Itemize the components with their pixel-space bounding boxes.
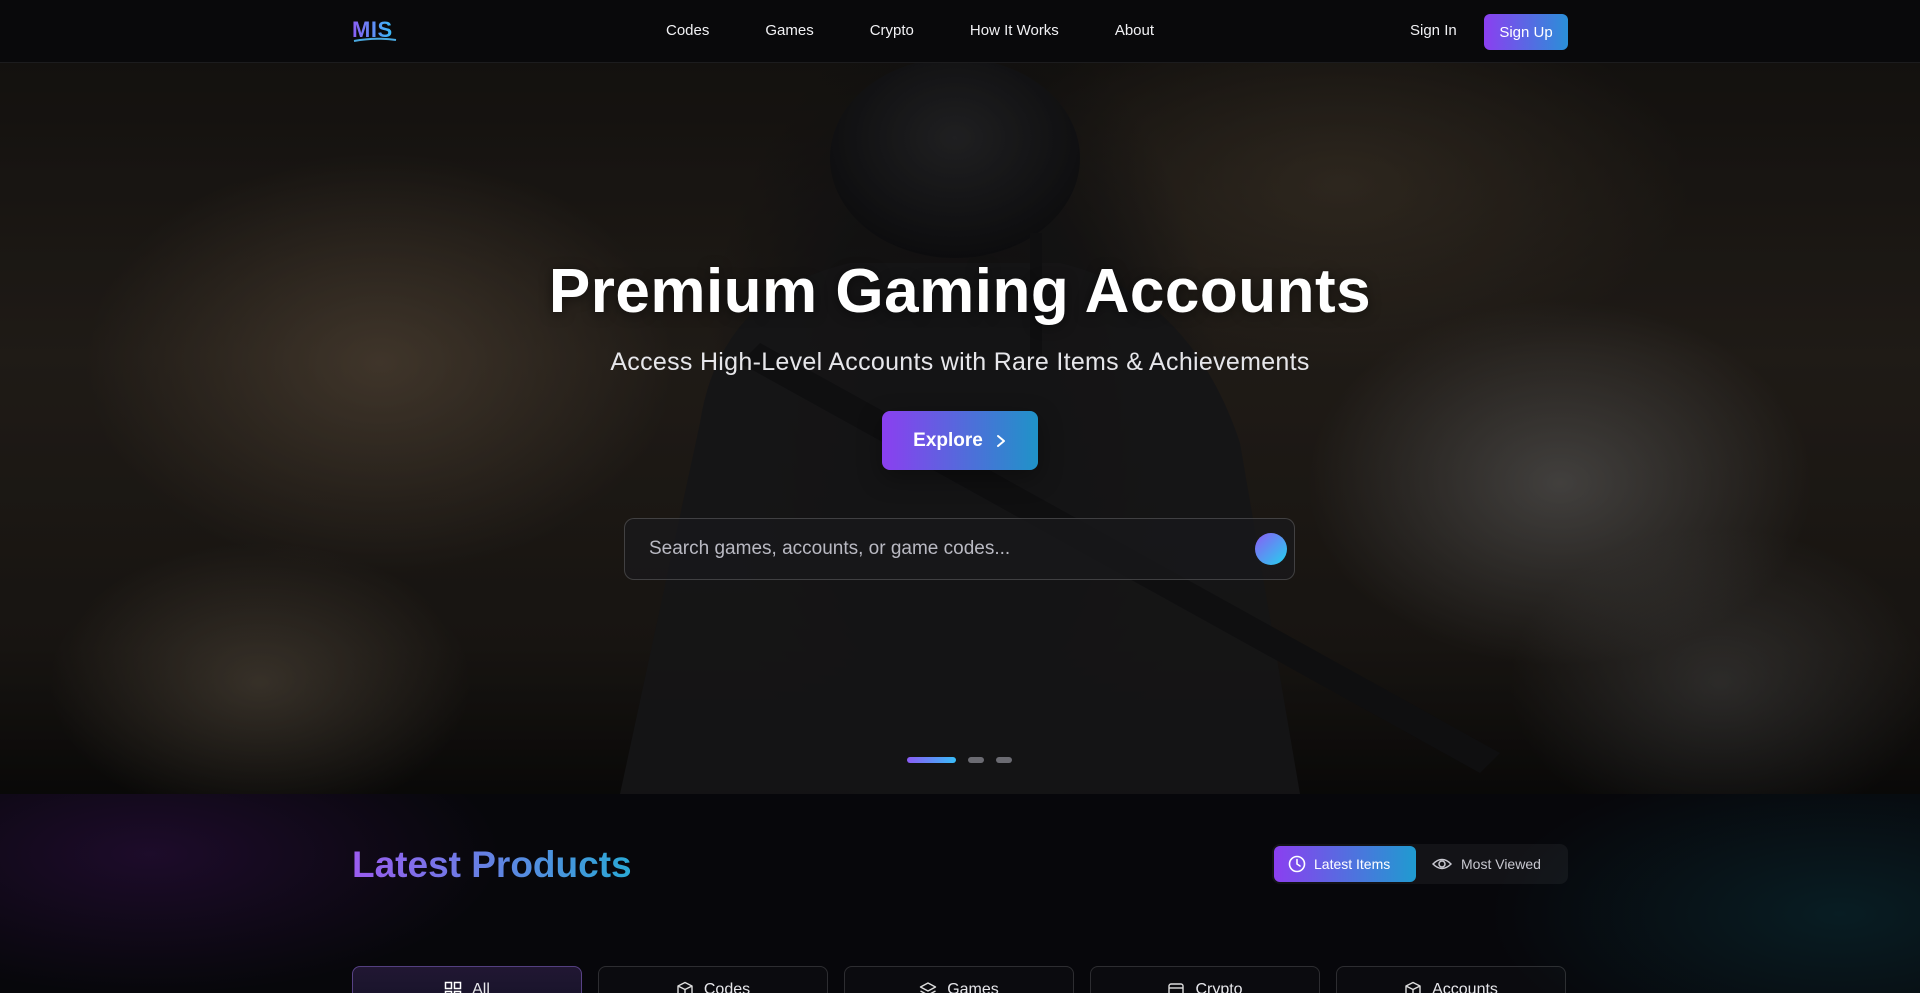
box-icon (677, 981, 693, 993)
category-label: All (472, 981, 490, 993)
explore-label: Explore (913, 429, 983, 451)
hero-subtitle: Access High-Level Accounts with Rare Ite… (610, 348, 1310, 376)
sort-toggle: Latest Items Most Viewed (1272, 844, 1568, 884)
nav-link-codes[interactable]: Codes (666, 22, 709, 39)
category-label: Games (947, 981, 999, 993)
sign-in-link[interactable]: Sign In (1410, 22, 1457, 39)
search-bar (624, 518, 1295, 580)
category-codes[interactable]: Codes (598, 966, 828, 993)
latest-items-label: Latest Items (1314, 856, 1391, 872)
layers-icon (920, 982, 937, 993)
logo-swoosh-icon (353, 37, 397, 42)
wallet-icon (1168, 983, 1185, 993)
most-viewed-tab[interactable]: Most Viewed (1432, 846, 1564, 882)
box-icon (1405, 981, 1421, 993)
slide-indicators (907, 757, 1012, 763)
eye-icon (1432, 858, 1452, 870)
category-all[interactable]: All (352, 966, 582, 993)
grid-icon (444, 981, 462, 993)
main-nav: Codes Games Crypto How It Works About (666, 22, 1154, 39)
top-navbar: MIS Codes Games Crypto How It Works Abou… (0, 0, 1920, 63)
category-games[interactable]: Games (844, 966, 1074, 993)
slide-dot-1[interactable] (907, 757, 956, 763)
category-label: Crypto (1195, 981, 1243, 993)
category-accounts[interactable]: Accounts (1336, 966, 1566, 993)
latest-products-section: Latest Products Latest Items Most Viewed (0, 794, 1920, 993)
chevron-right-icon (996, 434, 1005, 447)
latest-items-tab[interactable]: Latest Items (1274, 846, 1416, 882)
category-label: Accounts (1432, 981, 1498, 993)
nav-link-crypto[interactable]: Crypto (870, 22, 914, 39)
section-title: Latest Products (352, 844, 632, 885)
nav-link-how-it-works[interactable]: How It Works (970, 22, 1059, 39)
sign-up-button[interactable]: Sign Up (1484, 14, 1568, 50)
hero-title: Premium Gaming Accounts (548, 257, 1372, 326)
slide-dot-2[interactable] (968, 757, 984, 763)
hero-banner: Premium Gaming Accounts Access High-Leve… (0, 63, 1920, 794)
nav-link-games[interactable]: Games (765, 22, 813, 39)
clock-icon (1288, 855, 1306, 873)
search-button-icon[interactable] (1255, 533, 1287, 565)
category-crypto[interactable]: Crypto (1090, 966, 1320, 993)
nav-link-about[interactable]: About (1115, 22, 1154, 39)
explore-button[interactable]: Explore (882, 411, 1038, 470)
category-label: Codes (703, 981, 751, 993)
search-input[interactable] (649, 519, 1209, 579)
most-viewed-label: Most Viewed (1461, 856, 1541, 872)
category-filters: All Codes Games Crypto Accounts (352, 966, 1566, 993)
slide-dot-3[interactable] (996, 757, 1012, 763)
